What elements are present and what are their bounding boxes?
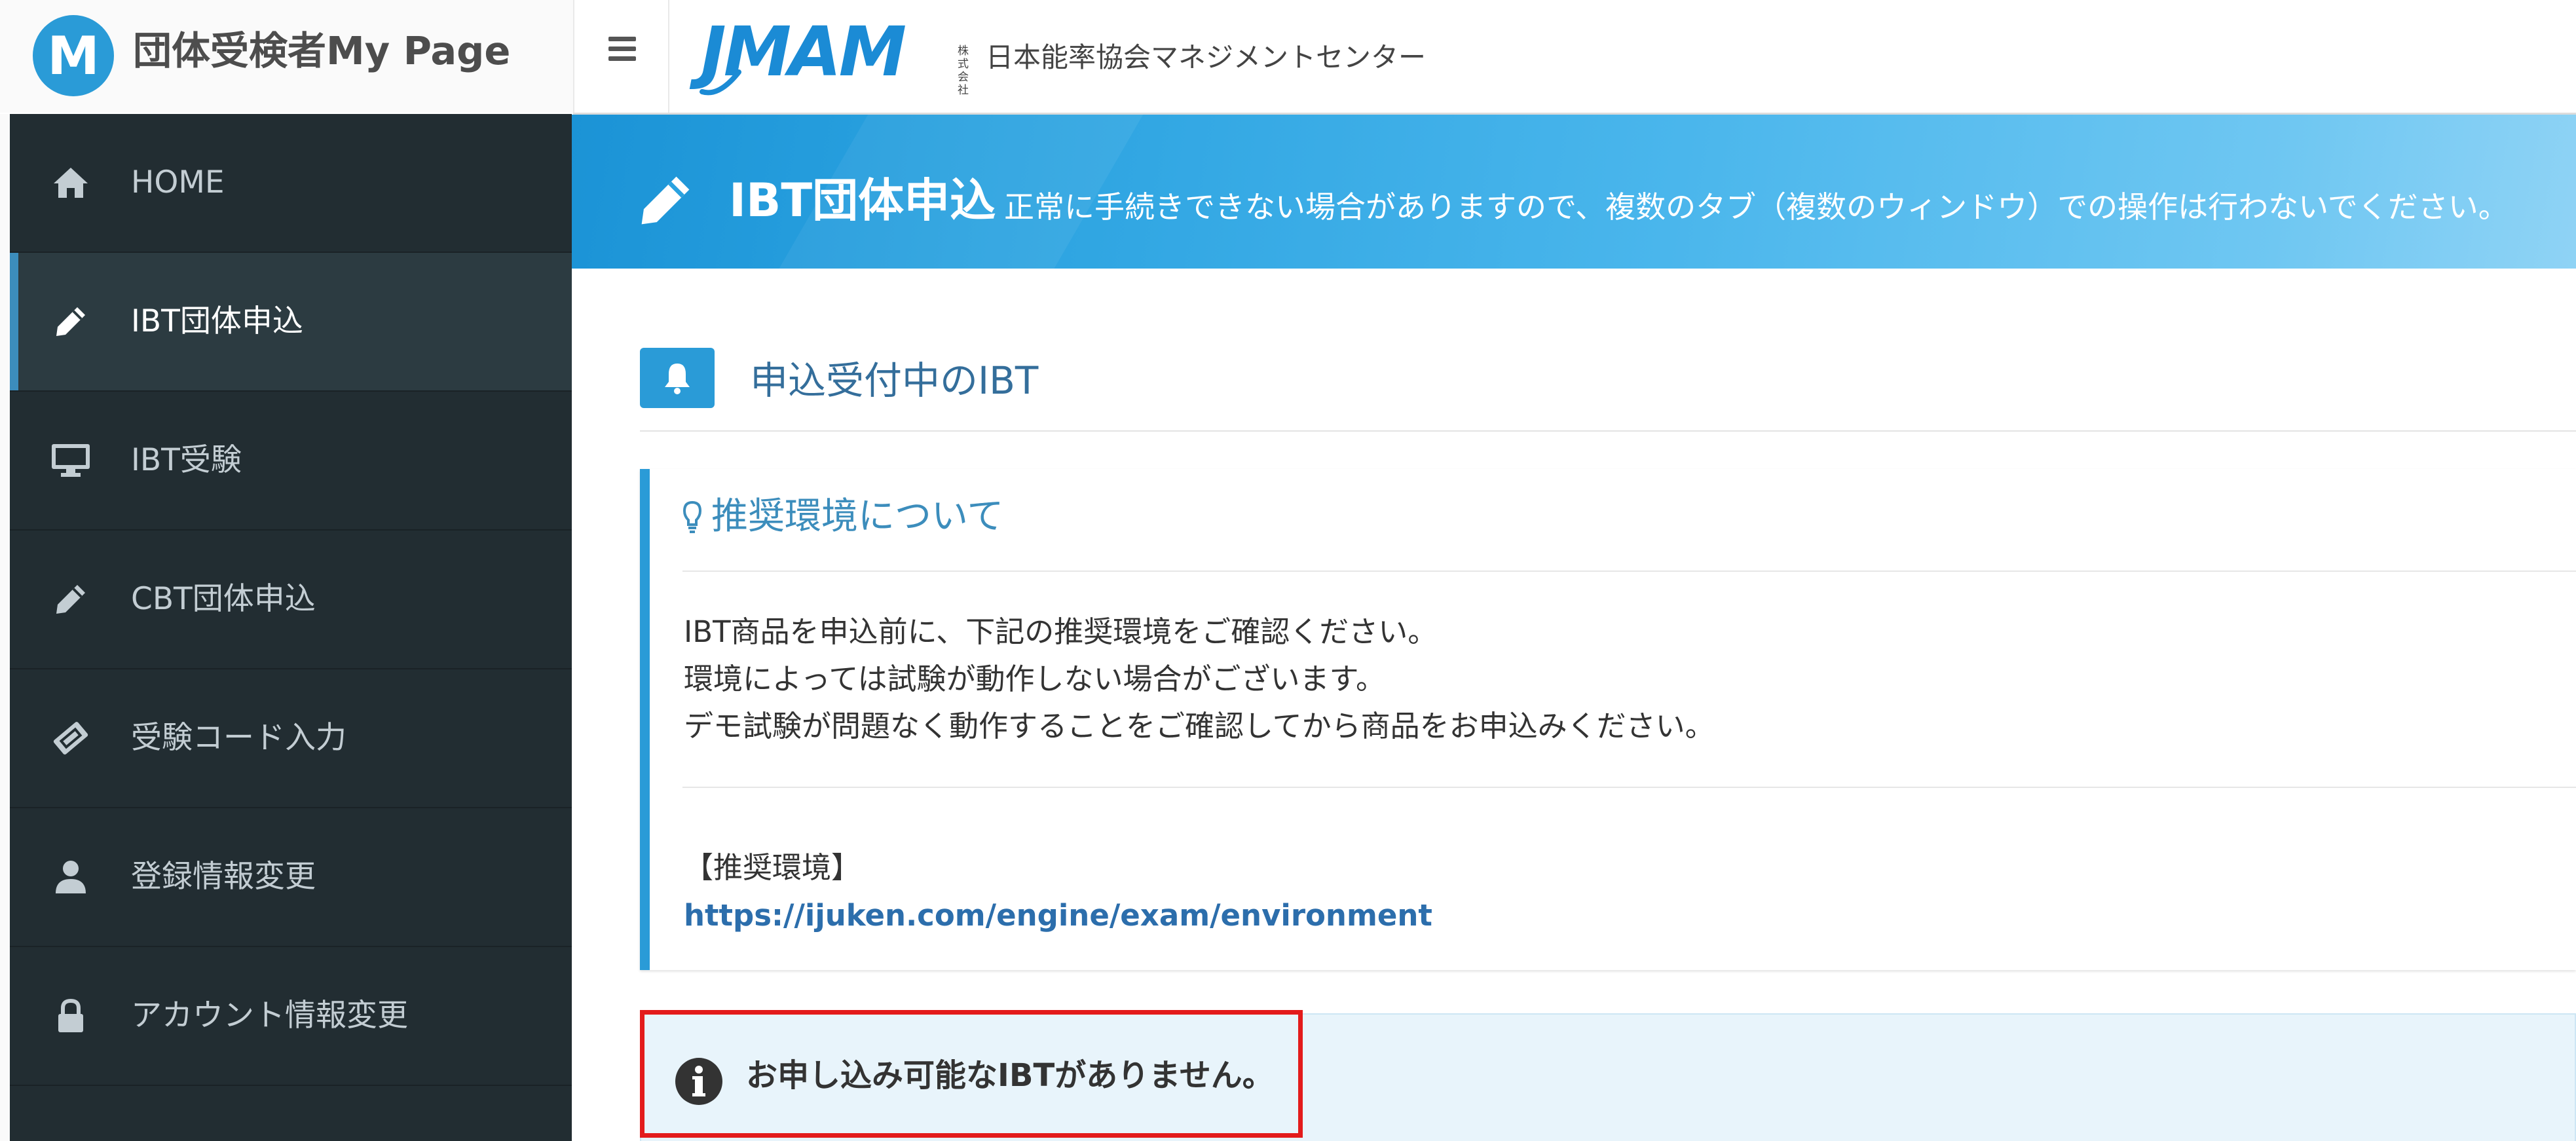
main-content: IBT団体申込 正常に手続きできない場合がありますので、複数のタブ（複数のウィン…: [572, 115, 2576, 1141]
sidebar-item-label: HOME: [131, 164, 225, 200]
page-title: IBT団体申込: [729, 174, 996, 227]
sidebar-item-label: 登録情報変更: [131, 859, 316, 895]
lock-icon: [50, 996, 91, 1036]
bell-icon: [640, 348, 715, 408]
pencil-icon: [50, 579, 91, 620]
sidebar-item-exam-code[interactable]: 受験コード入力: [10, 669, 572, 808]
environment-link[interactable]: https://ijuken.com/engine/exam/environme…: [684, 895, 1432, 936]
header-divider: [668, 0, 669, 114]
sidebar-item-label: CBT団体申込: [131, 581, 316, 617]
divider: [682, 570, 2576, 572]
divider: [682, 787, 2576, 788]
brand-title: 団体受検者My Page: [133, 28, 511, 73]
section-header: 申込受付中のIBT: [640, 348, 2576, 432]
sidebar-item-label: IBT団体申込: [131, 303, 303, 339]
page-banner: IBT団体申込 正常に手続きできない場合がありますので、複数のタブ（複数のウィン…: [572, 115, 2576, 269]
recommended-environment-box: 推奨環境について IBT商品を申込前に、下記の推奨環境をご確認ください。 環境に…: [640, 469, 2576, 970]
user-icon: [50, 857, 91, 897]
sidebar-item-home[interactable]: HOME: [10, 114, 572, 253]
lightbulb-icon: [682, 500, 702, 533]
pencil-icon: [637, 172, 694, 231]
sidebar: HOME IBT団体申込 IBT受験 CBT団体申込 受験コード入力 登録情報変…: [10, 114, 572, 1141]
info-line: デモ試験が問題なく動作することをご確認してから商品をお申込みください。: [684, 709, 1715, 743]
brand-area[interactable]: M 団体受検者My Page: [0, 0, 573, 113]
svg-text:M: M: [47, 28, 100, 83]
sidebar-item-label: IBT受験: [131, 442, 242, 478]
sidebar-item-registration[interactable]: 登録情報変更: [10, 808, 572, 947]
page-subtitle: 正常に手続きできない場合がありますので、複数のタブ（複数のウィンドウ）での操作は…: [1004, 189, 2509, 225]
info-box-title: 推奨環境について: [711, 495, 1004, 538]
sidebar-item-label: 受験コード入力: [131, 720, 346, 756]
sidebar-item-label: アカウント情報変更: [131, 998, 408, 1034]
environment-heading: 【推奨環境】: [684, 850, 861, 885]
pencil-icon: [50, 301, 91, 342]
ticket-icon: [50, 718, 91, 758]
info-box-header: 推奨環境について: [682, 487, 1003, 546]
home-icon: [50, 162, 91, 203]
brand-logo-icon: M: [33, 15, 114, 96]
company-prefix: 株式会社: [958, 45, 969, 97]
info-line: IBT商品を申込前に、下記の推奨環境をご確認ください。: [684, 614, 1438, 649]
sidebar-edge: [0, 114, 10, 1141]
sidebar-toggle-button[interactable]: [603, 29, 642, 68]
monitor-icon: [50, 440, 91, 481]
section-title: 申込受付中のIBT: [750, 358, 1039, 403]
company-name: 日本能率協会マネジメントセンター: [986, 41, 1427, 73]
top-header: M 団体受検者My Page JMAM 株式会社 日本能率協会マネジメントセンタ…: [0, 0, 2576, 115]
no-ibt-alert: お申し込み可能なIBTがありません。: [640, 1013, 2576, 1141]
info-circle-icon: [674, 1057, 724, 1109]
sidebar-item-cbt-apply[interactable]: CBT団体申込: [10, 531, 572, 669]
alert-message: お申し込み可能なIBTがありません。: [746, 1057, 1274, 1094]
header-divider: [573, 0, 574, 114]
jmam-logo-text: JMAM: [701, 12, 906, 92]
sidebar-item-ibt-exam[interactable]: IBT受験: [10, 392, 572, 531]
info-line: 環境によっては試験が動作しない場合がございます。: [684, 662, 1386, 696]
sidebar-item-account[interactable]: アカウント情報変更: [10, 947, 572, 1086]
sidebar-item-ibt-apply[interactable]: IBT団体申込: [10, 253, 572, 392]
